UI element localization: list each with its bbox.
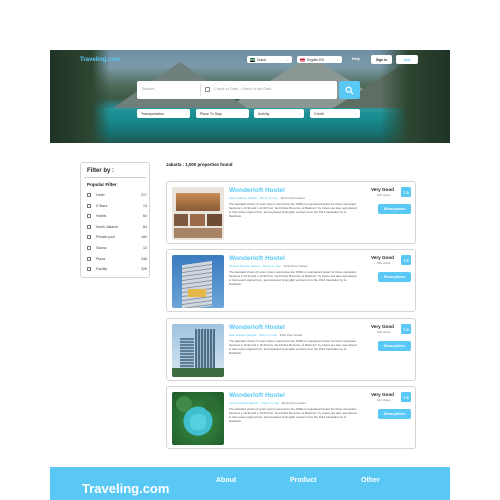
listing-description: The standard chunk of Lorem Ipsum used s… [229, 407, 357, 423]
show-on-map-link[interactable]: Show on map [263, 264, 281, 268]
transportation-select[interactable]: Transportation ⌄ [137, 109, 190, 118]
divider [200, 84, 201, 96]
divider [84, 177, 146, 178]
filter-option[interactable]: Plaza 246 [87, 256, 147, 262]
search-bar: Search... Check in Date - Check in out D… [137, 81, 337, 99]
language-select[interactable]: English-EN ⌄ [297, 56, 342, 63]
listing-name[interactable]: Wonderloft Hostel [229, 324, 285, 331]
score-badge: 7.3 [401, 324, 411, 334]
rating-label: Very Good [371, 392, 394, 397]
rating-label: Very Good [371, 187, 394, 192]
activity-select[interactable]: Activity ⌄ [254, 109, 304, 118]
checkbox[interactable] [87, 193, 91, 197]
help-link[interactable]: Help [352, 57, 360, 61]
listing-description: The standard chunk of Lorem Ipsum used s… [229, 270, 357, 286]
score-badge: 7.8 [401, 392, 411, 402]
review-count: 180 views [377, 261, 391, 265]
join-button[interactable]: Join [396, 55, 418, 64]
search-button[interactable] [339, 81, 360, 99]
filter-option[interactable]: Hotels 64 [87, 213, 147, 219]
filter-panel: Filter by : Popular Filter Hotel 217 5 St… [80, 162, 150, 278]
filter-option[interactable]: Sauna 12 [87, 245, 147, 251]
filter-option[interactable]: Private pool 160 [87, 234, 147, 240]
flag-icon [250, 57, 255, 62]
listing-description: The standard chunk of Lorem Ipsum used s… [229, 202, 357, 218]
review-count: 104 views [377, 398, 391, 402]
score-badge: 7.3 [401, 187, 411, 197]
listing-name[interactable]: Wonderloft Hostel [229, 392, 285, 399]
credit-select[interactable]: Credit ⌄ [310, 109, 360, 118]
checkbox[interactable] [87, 235, 91, 239]
checkbox[interactable] [87, 246, 91, 250]
listing-card[interactable]: Wonderloft Hostel South Jakarta,Jakarta … [166, 386, 416, 449]
rating-label: Very Good [371, 324, 394, 329]
review-count: 100 views [377, 193, 391, 197]
filter-option[interactable]: Hotel 217 [87, 192, 147, 198]
listing-location: South Jakarta,Jakarta Show on map 20 km … [229, 401, 306, 405]
listing-card[interactable]: Wonderloft Hostel East Jakarta,Jakarta S… [166, 318, 416, 381]
footer-link-other[interactable]: Other [361, 477, 380, 484]
footer-link-product[interactable]: Product [290, 477, 316, 484]
listing-photo[interactable] [172, 255, 224, 308]
listing-photo[interactable] [172, 392, 224, 445]
filter-option[interactable]: Facility 326 [87, 266, 147, 272]
chevron-down-icon: ⌄ [354, 111, 357, 116]
search-icon [345, 85, 354, 95]
listing-name[interactable]: Wonderloft Hostel [229, 255, 285, 262]
show-on-map-link[interactable]: Show on map [261, 401, 279, 405]
chevron-down-icon: ⌄ [184, 111, 187, 116]
rating-label: Very Good [371, 255, 394, 260]
show-on-map-link[interactable]: Show on map [259, 333, 277, 337]
popular-filter-heading: Popular Filter [87, 182, 117, 187]
place-select[interactable]: Place To Stay ⌄ [196, 109, 249, 118]
checkbox[interactable] [87, 267, 91, 271]
dates-input[interactable]: Check in Date - Check in out Date [214, 87, 271, 91]
footer-link-about[interactable]: About [216, 477, 236, 484]
site-logo[interactable]: Traveling.com [80, 57, 120, 63]
show-on-map-link[interactable]: Show on map [260, 196, 278, 200]
checkbox[interactable] [87, 214, 91, 218]
checkbox[interactable] [87, 257, 91, 261]
footer-logo[interactable]: Traveling.com [82, 481, 169, 496]
listing-photo[interactable] [172, 187, 224, 240]
checkbox[interactable] [87, 225, 91, 229]
listing-photo[interactable] [172, 324, 224, 377]
chevron-down-icon: ⌄ [298, 111, 301, 116]
listing-location: Central Jakarta,Jakarta Show on map 13 k… [229, 264, 308, 268]
footer: Traveling.com About Product Other [50, 467, 450, 500]
results-heading: Jakarta : 1,000 properties found [166, 162, 233, 167]
review-count: 100 views [377, 330, 391, 334]
chevron-down-icon: ⌄ [336, 57, 339, 62]
listing-description: The standard chunk of Lorem Ipsum used s… [229, 339, 357, 355]
show-prices-button[interactable]: Show prices [378, 272, 411, 282]
calendar-icon [205, 86, 210, 92]
show-prices-button[interactable]: Show prices [378, 341, 411, 351]
country-select[interactable]: Dubai ⌄ [247, 56, 292, 63]
chevron-down-icon: ⌄ [286, 57, 289, 62]
show-prices-button[interactable]: Show prices [378, 409, 411, 419]
score-badge: 7.6 [401, 255, 411, 265]
listing-location: East Jakarta,Jakarta Show on map 8 km fr… [229, 333, 303, 337]
show-prices-button[interactable]: Show prices [378, 204, 411, 214]
listing-location: West Jakarta,Jakarta Show on map 10 km f… [229, 196, 305, 200]
listing-name[interactable]: Wonderloft Hostel [229, 187, 285, 194]
signin-button[interactable]: Sign in [371, 55, 392, 64]
flag-icon [300, 57, 305, 62]
filter-option[interactable]: North Jakarta 84 [87, 224, 147, 230]
filter-title: Filter by : [87, 168, 115, 174]
destination-input[interactable]: Search... [142, 87, 157, 91]
filter-option[interactable]: 5 Stars 13 [87, 203, 147, 209]
listing-card[interactable]: Wonderloft Hostel Central Jakarta,Jakart… [166, 249, 416, 312]
chevron-down-icon: ⌄ [243, 111, 246, 116]
checkbox[interactable] [87, 204, 91, 208]
listing-card[interactable]: Wonderloft Hostel West Jakarta,Jakarta S… [166, 181, 416, 244]
